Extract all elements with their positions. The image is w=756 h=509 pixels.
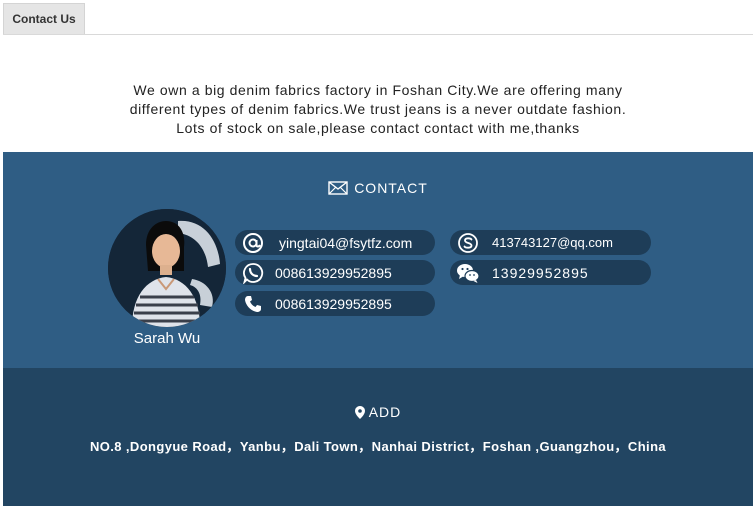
contact-section: CONTACT Sarah Wu yingtai04@fsytfz.com 00… [3, 152, 753, 368]
mail-icon [328, 181, 348, 195]
avatar-photo [108, 209, 226, 327]
skype-icon [454, 230, 482, 255]
intro-section: We own a big denim fabrics factory in Fo… [3, 36, 753, 152]
phone-value: 008613929952895 [275, 295, 392, 312]
address-text: NO.8 ,Dongyue Road，Yanbu，Dali Town，Nanha… [89, 439, 667, 454]
whatsapp-icon [239, 260, 267, 285]
address-heading: ADD [3, 404, 753, 420]
wechat-icon [454, 260, 482, 285]
contact-person-name: Sarah Wu [133, 330, 201, 347]
skype-value: 413743127@qq.com [492, 235, 613, 250]
tab-contact-us[interactable]: Contact Us [3, 3, 85, 34]
email-value: yingtai04@fsytfz.com [279, 234, 413, 251]
at-icon [239, 230, 267, 255]
contact-heading-text: CONTACT [354, 180, 428, 196]
contact-heading: CONTACT [3, 178, 753, 198]
intro-line: We own a big denim fabrics factory in Fo… [133, 81, 623, 98]
tab-bar: Contact Us [3, 3, 753, 35]
intro-line: different types of denim fabrics.We trus… [129, 100, 627, 117]
phone-pill[interactable]: 008613929952895 [235, 291, 435, 316]
location-pin-icon [354, 405, 365, 419]
wechat-value: 13929952895 [492, 264, 589, 281]
intro-line: Lots of stock on sale,please contact con… [176, 119, 580, 136]
whatsapp-pill[interactable]: 008613929952895 [235, 260, 435, 285]
address-heading-text: ADD [368, 404, 402, 420]
whatsapp-value: 008613929952895 [275, 264, 392, 281]
wechat-pill[interactable]: 13929952895 [450, 260, 651, 285]
phone-icon [239, 291, 267, 316]
avatar [108, 209, 226, 327]
address-section: ADD NO.8 ,Dongyue Road，Yanbu，Dali Town，N… [3, 368, 753, 506]
email-pill[interactable]: yingtai04@fsytfz.com [235, 230, 435, 255]
skype-pill[interactable]: 413743127@qq.com [450, 230, 651, 255]
